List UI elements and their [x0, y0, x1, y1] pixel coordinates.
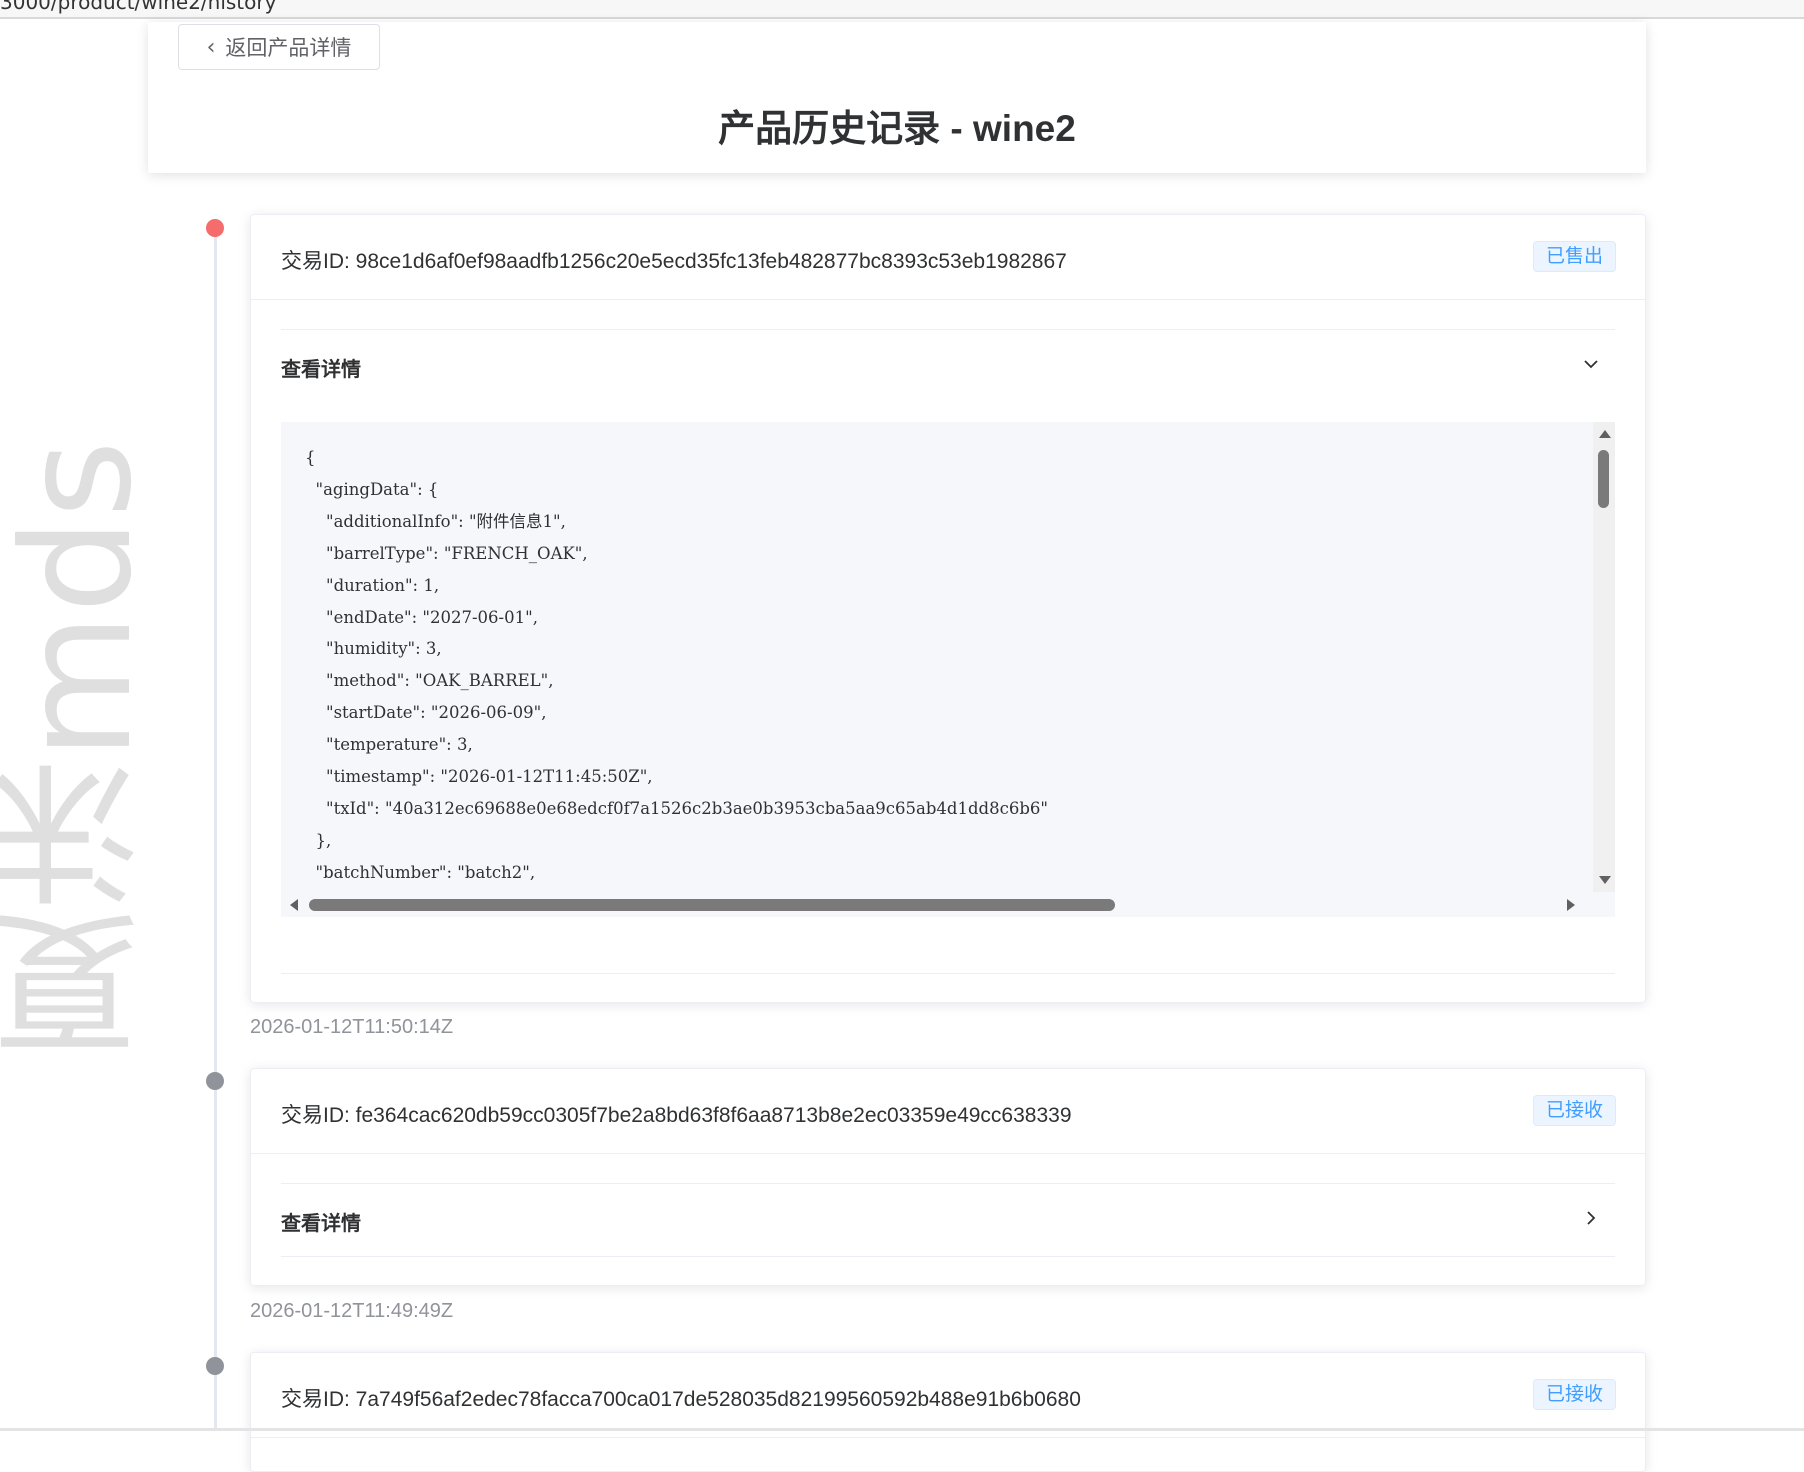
timeline-dot	[206, 1357, 224, 1375]
page-title: 产品历史记录 - wine2	[718, 108, 1076, 149]
details-toggle[interactable]: 查看详情	[281, 1184, 1615, 1256]
record-header: 交易ID: fe364cac620db59cc0305f7be2a8bd63f8…	[251, 1069, 1645, 1154]
chevron-down-icon	[1584, 360, 1598, 369]
back-button-label: 返回产品详情	[225, 37, 352, 60]
record-header: 交易ID: 7a749f56af2edec78facca700ca017de52…	[251, 1353, 1645, 1438]
timeline-dot	[206, 1072, 224, 1090]
watermark: 夏沫mds	[0, 440, 165, 1060]
status-badge: 已售出	[1532, 241, 1616, 272]
record-timestamp: 2026-01-12T11:49:49Z	[250, 1300, 454, 1322]
scroll-right-arrow-icon[interactable]	[1567, 899, 1575, 911]
vertical-scroll-thumb[interactable]	[1598, 450, 1609, 508]
back-to-product-button[interactable]: ‹ 返回产品详情	[178, 24, 380, 70]
details-collapse: 查看详情	[281, 1183, 1615, 1257]
json-code: { "agingData": { "additionalInfo": "附件信息…	[305, 448, 1048, 882]
address-bar-url: 3000/product/wine2/history	[0, 0, 277, 14]
timeline-dot-active	[206, 219, 224, 237]
transaction-id: 交易ID: 7a749f56af2edec78facca700ca017de52…	[281, 1388, 1081, 1411]
details-title: 查看详情	[281, 1213, 361, 1235]
scroll-left-arrow-icon[interactable]	[290, 899, 298, 911]
scroll-down-arrow-icon[interactable]	[1599, 876, 1611, 884]
page-header-card: ‹ 返回产品详情 产品历史记录 - wine2	[148, 22, 1646, 173]
json-code-block[interactable]: { "agingData": { "additionalInfo": "附件信息…	[281, 422, 1615, 917]
transaction-id: 交易ID: fe364cac620db59cc0305f7be2a8bd63f8…	[281, 1104, 1072, 1127]
details-collapse: 查看详情 { "agingData": { "additionalInfo": …	[281, 329, 1615, 974]
status-badge: 已接收	[1532, 1379, 1616, 1410]
record-header: 交易ID: 98ce1d6af0ef98aadfb1256c20e5ecd35f…	[251, 215, 1645, 300]
status-badge: 已接收	[1532, 1095, 1616, 1126]
history-record-card: 交易ID: 98ce1d6af0ef98aadfb1256c20e5ecd35f…	[250, 214, 1646, 1003]
chevron-left-icon: ‹	[206, 34, 216, 60]
horizontal-scroll-thumb[interactable]	[309, 899, 1115, 911]
transaction-id: 交易ID: 98ce1d6af0ef98aadfb1256c20e5ecd35f…	[281, 250, 1067, 273]
details-title: 查看详情	[281, 359, 361, 381]
chevron-right-icon	[1587, 1211, 1596, 1225]
details-toggle[interactable]: 查看详情	[281, 330, 1615, 402]
browser-address-bar[interactable]: 3000/product/wine2/history	[0, 0, 1804, 19]
horizontal-scrollbar[interactable]	[281, 892, 1615, 917]
record-timestamp: 2026-01-12T11:50:14Z	[250, 1016, 454, 1038]
history-record-card: 交易ID: 7a749f56af2edec78facca700ca017de52…	[250, 1352, 1646, 1472]
timeline-line	[214, 232, 217, 1431]
scroll-up-arrow-icon[interactable]	[1599, 430, 1611, 438]
history-record-card: 交易ID: fe364cac620db59cc0305f7be2a8bd63f8…	[250, 1068, 1646, 1286]
vertical-scrollbar[interactable]	[1593, 422, 1615, 892]
